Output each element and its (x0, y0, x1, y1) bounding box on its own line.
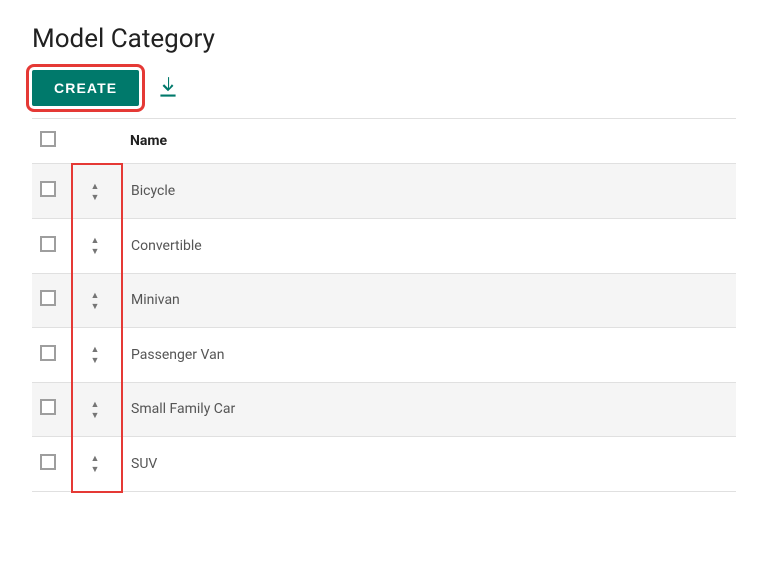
row-checkbox-cell (32, 382, 72, 437)
arrow-up-icon (91, 291, 100, 301)
row-sort-cell[interactable] (72, 328, 122, 383)
row-checkbox-cell (32, 164, 72, 219)
header-sort-col (72, 119, 122, 164)
row-checkbox[interactable] (40, 290, 56, 306)
sort-handle[interactable] (81, 287, 109, 315)
row-name-cell: Passenger Van (122, 328, 736, 383)
arrow-up-icon (91, 345, 100, 355)
header-checkbox-col (32, 119, 72, 164)
row-sort-cell[interactable] (72, 273, 122, 328)
page-title: Model Category (32, 24, 736, 54)
arrow-up-icon (91, 182, 100, 192)
arrow-down-icon (91, 465, 100, 475)
download-icon[interactable] (155, 75, 181, 101)
table-row: SUV (32, 437, 736, 492)
row-name-cell: SUV (122, 437, 736, 492)
arrow-down-icon (91, 193, 100, 203)
arrow-up-icon (91, 400, 100, 410)
row-name-cell: Small Family Car (122, 382, 736, 437)
row-checkbox-cell (32, 328, 72, 383)
header-row: Name (32, 119, 736, 164)
page-container: Model Category CREATE Name BicycleConver… (0, 0, 768, 517)
row-checkbox-cell (32, 437, 72, 492)
sort-handle[interactable] (81, 233, 109, 261)
row-sort-cell[interactable] (72, 437, 122, 492)
arrow-down-icon (91, 356, 100, 366)
table-row: Passenger Van (32, 328, 736, 383)
row-name-cell: Convertible (122, 219, 736, 274)
arrow-down-icon (91, 411, 100, 421)
arrow-down-icon (91, 302, 100, 312)
header-checkbox[interactable] (40, 131, 56, 147)
table-header: Name (32, 119, 736, 164)
row-checkbox[interactable] (40, 345, 56, 361)
sort-arrows-icon (91, 236, 100, 257)
row-checkbox-cell (32, 219, 72, 274)
row-checkbox-cell (32, 273, 72, 328)
sort-handle[interactable] (81, 396, 109, 424)
arrow-up-icon (91, 236, 100, 246)
row-name-cell: Minivan (122, 273, 736, 328)
sort-arrows-icon (91, 454, 100, 475)
header-name-col: Name (122, 119, 736, 164)
sort-arrows-icon (91, 345, 100, 366)
row-sort-cell[interactable] (72, 219, 122, 274)
create-button[interactable]: CREATE (32, 70, 139, 106)
sort-arrows-icon (91, 291, 100, 312)
sort-handle[interactable] (81, 342, 109, 370)
row-checkbox[interactable] (40, 236, 56, 252)
sort-arrows-icon (91, 182, 100, 203)
data-table: Name BicycleConvertibleMinivanPassenger … (32, 119, 736, 493)
table-row: Bicycle (32, 164, 736, 219)
sort-handle[interactable] (81, 451, 109, 479)
table-row: Small Family Car (32, 382, 736, 437)
row-sort-cell[interactable] (72, 382, 122, 437)
table-body: BicycleConvertibleMinivanPassenger VanSm… (32, 164, 736, 492)
arrow-up-icon (91, 454, 100, 464)
row-name-cell: Bicycle (122, 164, 736, 219)
row-checkbox[interactable] (40, 454, 56, 470)
table-row: Minivan (32, 273, 736, 328)
sort-handle[interactable] (81, 178, 109, 206)
sort-arrows-icon (91, 400, 100, 421)
row-checkbox[interactable] (40, 399, 56, 415)
arrow-down-icon (91, 247, 100, 257)
row-sort-cell[interactable] (72, 164, 122, 219)
toolbar: CREATE (32, 70, 736, 106)
table-row: Convertible (32, 219, 736, 274)
row-checkbox[interactable] (40, 181, 56, 197)
